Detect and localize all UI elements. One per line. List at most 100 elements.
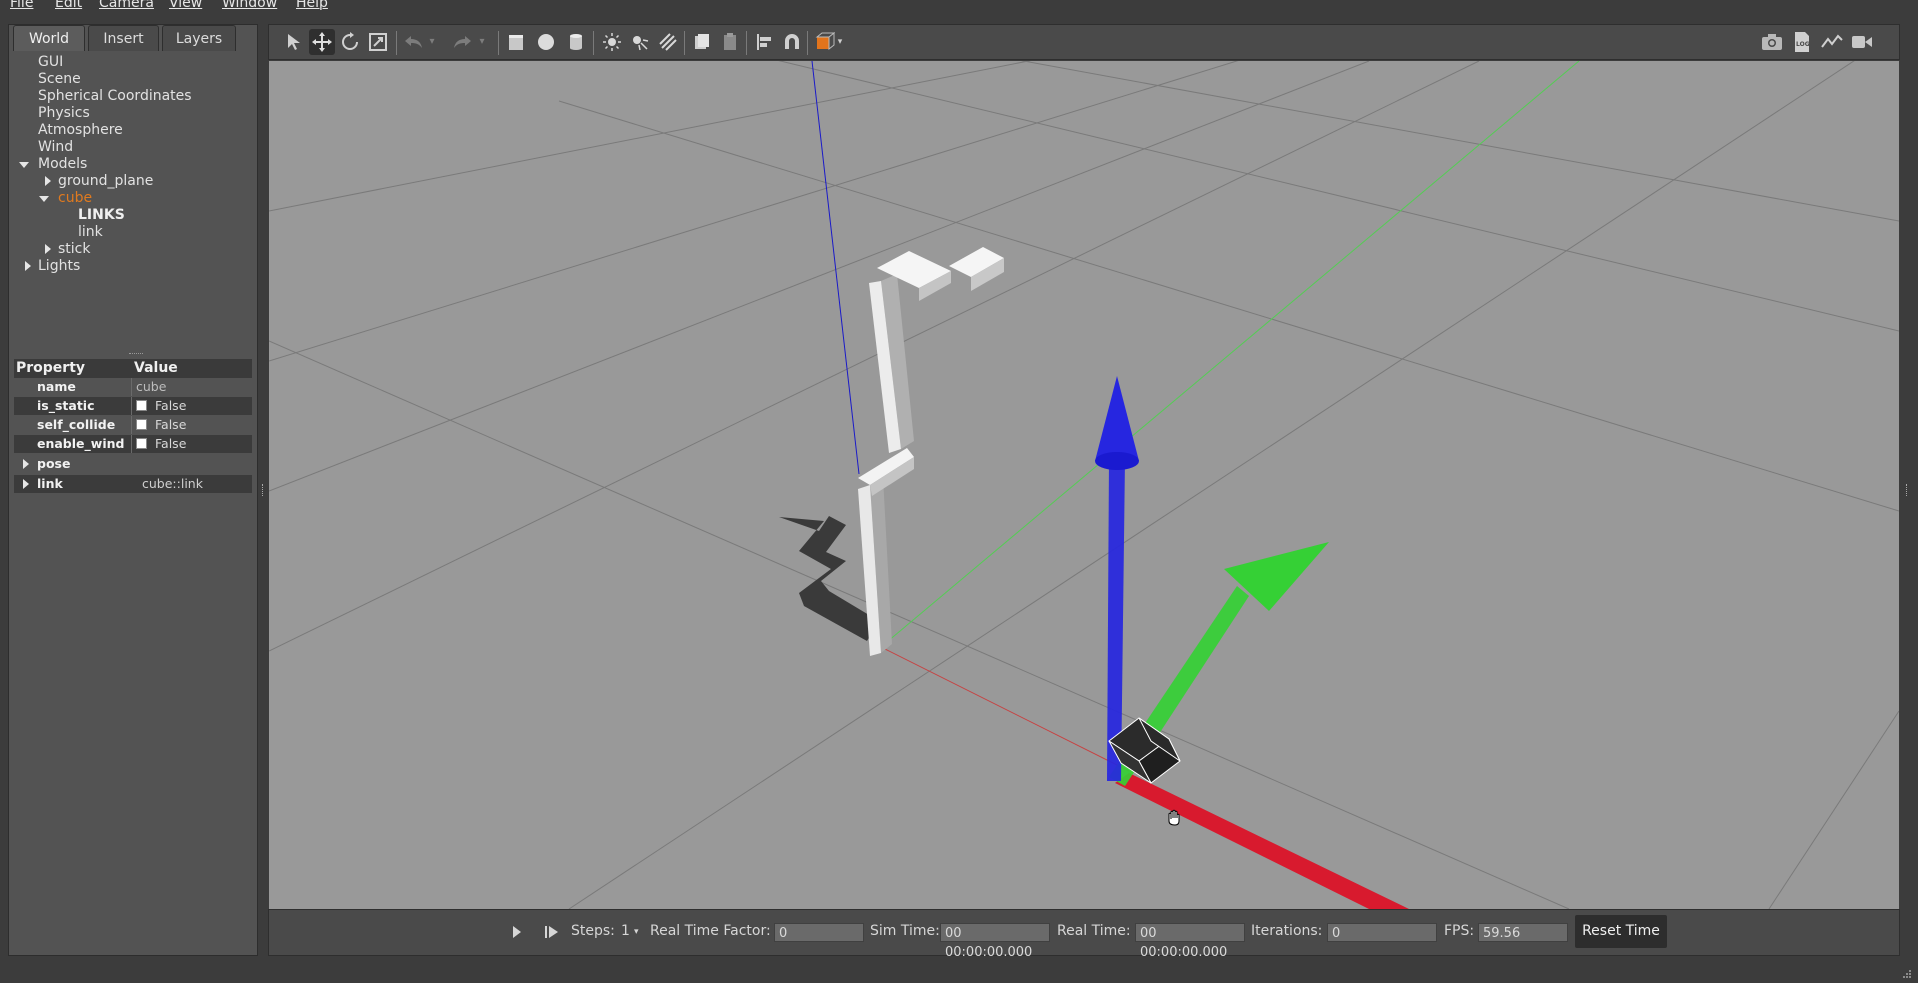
left-panel-resize-handle[interactable] (262, 484, 265, 496)
iterations-label: Iterations: (1251, 923, 1323, 939)
tree-item-models[interactable]: Models (38, 156, 87, 173)
undo-icon[interactable] (401, 29, 427, 55)
property-label: name (37, 379, 76, 394)
property-value: False (155, 417, 187, 432)
tree-item-wind[interactable]: Wind (38, 139, 73, 156)
sphere-shape-icon[interactable] (533, 29, 559, 55)
property-row-self-collide[interactable]: self_collide False (14, 416, 252, 434)
video-record-icon[interactable] (1849, 29, 1875, 55)
view-angle-dropdown-icon[interactable]: ▾ (835, 29, 845, 55)
enable-wind-checkbox[interactable] (136, 438, 147, 449)
plot-icon[interactable] (1819, 29, 1845, 55)
real-time-label: Real Time: (1057, 923, 1131, 939)
menu-help[interactable]: Help (296, 0, 328, 10)
screenshot-camera-icon[interactable] (1759, 29, 1785, 55)
property-row-is-static[interactable]: is_static False (14, 397, 252, 415)
iterations-field: 0 (1327, 923, 1437, 942)
expand-down-icon[interactable] (39, 196, 49, 202)
gizmo-z-axis-arrowhead[interactable] (1095, 376, 1139, 461)
tree-section-links: LINKS (78, 207, 125, 223)
align-icon[interactable] (751, 29, 777, 55)
3d-viewport[interactable] (269, 61, 1899, 909)
ground-grid (269, 61, 1899, 909)
world-tree: GUI Scene Spherical Coordinates Physics … (9, 54, 257, 354)
paste-icon[interactable] (717, 29, 743, 55)
scale-mode-icon[interactable] (365, 29, 391, 55)
is-static-checkbox[interactable] (136, 400, 147, 411)
tree-item-scene[interactable]: Scene (38, 71, 81, 88)
expand-right-icon[interactable] (25, 261, 31, 271)
play-icon[interactable] (512, 925, 522, 943)
world-z-axis-line (811, 61, 860, 475)
real-time-factor-field: 0 (774, 923, 864, 942)
property-label: link (37, 476, 63, 491)
step-icon[interactable] (544, 925, 560, 943)
property-row-enable-wind[interactable]: enable_wind False (14, 435, 252, 453)
snap-magnet-icon[interactable] (779, 29, 805, 55)
menu-edit[interactable]: Edit (55, 0, 82, 10)
simulation-controls-bar: Steps: 1 ▾ Real Time Factor: 0 Sim Time:… (268, 909, 1900, 960)
tab-layers[interactable]: Layers (162, 25, 236, 51)
gizmo-x-axis-arrow[interactable] (1115, 773, 1409, 909)
header-value: Value (134, 360, 178, 376)
tree-item-stick[interactable]: stick (58, 241, 90, 258)
property-label: is_static (37, 398, 95, 413)
self-collide-checkbox[interactable] (136, 419, 147, 430)
tab-insert[interactable]: Insert (88, 25, 159, 51)
steps-label: Steps: (571, 923, 615, 939)
undo-dropdown-icon[interactable]: ▾ (425, 29, 439, 55)
property-table-header: Property Value (14, 359, 252, 378)
toolbar: ▾ ▾ ▾ LOG (268, 24, 1900, 60)
box-shape-icon[interactable] (503, 29, 529, 55)
steps-dropdown-icon[interactable]: ▾ (634, 927, 639, 937)
header-property: Property (16, 360, 86, 376)
reset-time-button[interactable]: Reset Time (1575, 915, 1667, 948)
property-row-pose[interactable]: pose (14, 455, 252, 473)
log-icon[interactable]: LOG (1789, 29, 1815, 55)
property-row-link[interactable]: link cube::link (14, 475, 252, 493)
tree-item-physics[interactable]: Physics (38, 105, 90, 122)
expand-down-icon[interactable] (19, 162, 29, 168)
property-row-name[interactable]: name cube (14, 378, 252, 396)
tree-item-atmosphere[interactable]: Atmosphere (38, 122, 123, 139)
right-panel-resize-handle[interactable] (1906, 484, 1909, 496)
view-angle-icon[interactable] (811, 29, 837, 55)
tree-item-link[interactable]: link (78, 224, 103, 241)
menu-bar: File Edit Camera View Window Help (0, 0, 1918, 14)
window-resize-grip-icon[interactable] (1900, 964, 1912, 978)
cylinder-shape-icon[interactable] (563, 29, 589, 55)
menu-window[interactable]: Window (222, 0, 277, 10)
menu-file[interactable]: File (10, 0, 33, 10)
steps-value[interactable]: 1 (621, 923, 630, 939)
redo-dropdown-icon[interactable]: ▾ (475, 29, 489, 55)
expand-right-icon[interactable] (23, 479, 29, 489)
copy-icon[interactable] (689, 29, 715, 55)
property-value-name[interactable]: cube (136, 378, 166, 396)
spot-light-icon[interactable] (627, 29, 653, 55)
tree-item-lights[interactable]: Lights (38, 258, 80, 275)
expand-right-icon[interactable] (23, 459, 29, 469)
left-panel: World Insert Layers GUI Scene Spherical … (8, 24, 258, 956)
directional-light-icon[interactable] (655, 29, 681, 55)
tree-item-cube[interactable]: cube (58, 190, 92, 207)
property-value: False (155, 398, 187, 413)
expand-right-icon[interactable] (45, 176, 51, 186)
expand-right-icon[interactable] (45, 244, 51, 254)
property-value-link: cube::link (142, 476, 203, 491)
tree-item-spherical-coordinates[interactable]: Spherical Coordinates (38, 88, 192, 105)
rotate-mode-icon[interactable] (337, 29, 363, 55)
redo-icon[interactable] (449, 29, 475, 55)
fps-label: FPS: (1444, 923, 1475, 939)
select-mode-icon[interactable] (281, 29, 307, 55)
panel-splitter-handle[interactable] (129, 353, 143, 357)
point-light-icon[interactable] (599, 29, 625, 55)
real-time-factor-label: Real Time Factor: (650, 923, 771, 939)
menu-camera[interactable]: Camera (99, 0, 154, 10)
menu-view[interactable]: View (169, 0, 202, 10)
tab-world[interactable]: World (13, 25, 85, 51)
tree-item-ground-plane[interactable]: ground_plane (58, 173, 153, 190)
tree-item-gui[interactable]: GUI (38, 54, 63, 71)
translate-mode-icon[interactable] (309, 29, 335, 55)
real-time-field: 00 00:00:00.000 (1135, 923, 1245, 960)
world-y-axis-line (880, 61, 1580, 648)
